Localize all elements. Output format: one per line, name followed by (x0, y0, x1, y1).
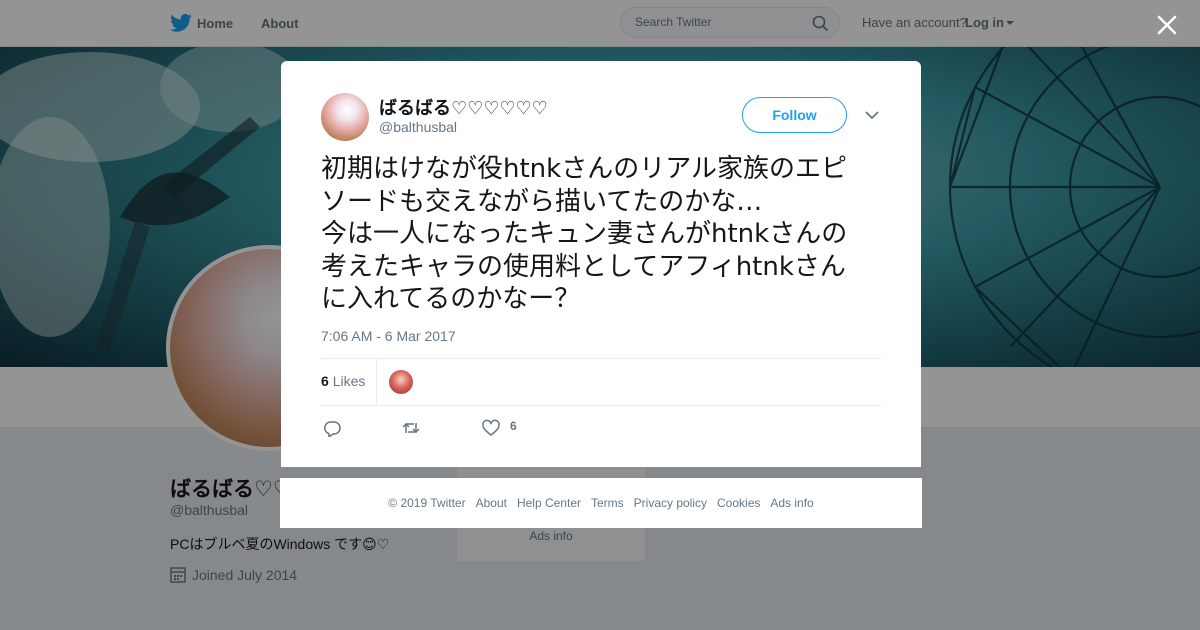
stat-separator (376, 359, 377, 405)
tweet-timestamp[interactable]: 7:06 AM - 6 Mar 2017 (321, 328, 456, 344)
footer-link-help-center[interactable]: Help Center (517, 496, 581, 510)
likes-label[interactable]: Likes (333, 373, 366, 389)
author-display-name[interactable]: ばるばる♡♡♡♡♡♡ (379, 94, 548, 120)
tweet-modal: ばるばる♡♡♡♡♡♡ @balthusbal Follow 初期はけなが役htn… (281, 61, 921, 467)
likes-stat[interactable]: 6 Likes (321, 373, 365, 389)
footer-link-ads-info[interactable]: Ads info (770, 496, 813, 510)
footer-copyright: © 2019 Twitter (388, 496, 466, 510)
footer-link-about[interactable]: About (476, 496, 507, 510)
author-username[interactable]: @balthusbal (379, 119, 457, 135)
liker-avatar[interactable] (389, 370, 413, 394)
footer-link-terms[interactable]: Terms (591, 496, 624, 510)
divider (321, 358, 881, 359)
likes-number[interactable]: 6 (321, 373, 329, 389)
modal-footer: © 2019 Twitter About Help Center Terms P… (280, 478, 922, 528)
tweet-text-line: ソードも交えながら描いてたのかな… (321, 186, 763, 217)
tweet-text-line: 今は一人になったキュン妻さんがhtnkさんの (321, 219, 848, 249)
tweet-text-line: 考えたキャラの使用料としてアフィhtnkさん (321, 251, 846, 282)
footer-link-cookies[interactable]: Cookies (717, 496, 760, 510)
footer-link-privacy[interactable]: Privacy policy (634, 496, 707, 510)
heart-icon[interactable] (482, 419, 500, 437)
reply-icon[interactable] (323, 419, 341, 437)
retweet-icon[interactable] (402, 419, 420, 437)
tweet-text-line: に入れてるのかなー？ (321, 284, 581, 314)
close-icon[interactable] (1155, 13, 1179, 37)
follow-button[interactable]: Follow (742, 97, 847, 133)
like-action-count: 6 (510, 419, 517, 433)
divider (321, 405, 881, 406)
tweet-text: 初期はけなが役htnkさんのリアル家族のエピ ソードも交えながら描いてたのかな…… (321, 153, 891, 316)
chevron-down-icon[interactable] (865, 110, 879, 120)
author-avatar[interactable] (321, 93, 369, 141)
tweet-text-line: 初期はけなが役htnkさんのリアル家族のエピ (321, 154, 847, 184)
